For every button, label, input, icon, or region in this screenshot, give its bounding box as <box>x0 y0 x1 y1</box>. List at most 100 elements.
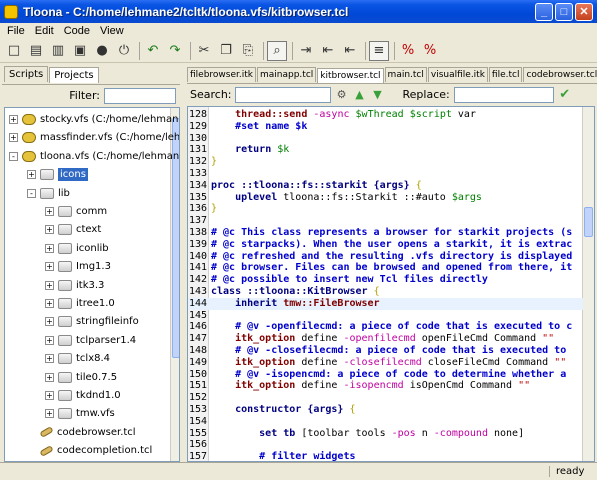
code-token: $args <box>451 191 482 203</box>
replace-input[interactable] <box>453 86 554 103</box>
search-prev-icon[interactable]: ▲ <box>353 88 367 102</box>
search-row: Search: ⚙ ▲ ▼ Replace: ✔ <box>187 83 597 105</box>
expand-icon[interactable]: + <box>45 354 54 364</box>
tree-item[interactable]: + itree1.0 <box>45 294 115 313</box>
line-number: 137 <box>189 215 208 227</box>
tree-item-label: ctext <box>76 224 102 236</box>
tree-item[interactable]: - tloona.vfs (C:/home/lehmane2/tclt <box>9 147 179 166</box>
unindent-icon[interactable]: ⇤ <box>318 41 338 61</box>
expand-icon[interactable]: + <box>45 372 54 382</box>
code-line: 133 <box>188 168 583 180</box>
line-number: 135 <box>189 191 208 203</box>
tree-item[interactable]: + itk3.3 <box>45 276 104 295</box>
tree-item[interactable]: - lib <box>27 184 70 203</box>
tree-item-label: tclx8.4 <box>76 353 111 365</box>
tree-item[interactable]: + comm <box>45 202 107 221</box>
comment-icon[interactable]: % <box>420 41 440 61</box>
code-token: n <box>415 427 434 439</box>
replace-confirm-icon[interactable]: ✔ <box>558 87 572 102</box>
code-line: 140 # @c refreshed and the resulting .vfs… <box>188 251 583 263</box>
maximize-button[interactable]: □ <box>555 2 573 21</box>
expand-icon[interactable]: + <box>45 262 54 272</box>
search-input[interactable] <box>234 86 331 103</box>
tree-item[interactable]: + tkdnd1.0 <box>45 386 121 405</box>
outdent-icon[interactable]: ⇤ <box>340 41 360 61</box>
file-tab[interactable]: codebrowser.tcl <box>523 67 597 82</box>
expand-icon[interactable]: + <box>27 170 36 180</box>
code-line: 151 itk_option define -isopencmd isOpenC… <box>188 380 583 392</box>
collapse-icon[interactable]: - <box>27 188 36 198</box>
file-tab[interactable]: mainapp.tcl <box>257 67 317 82</box>
search-next-icon[interactable]: ▼ <box>371 88 385 102</box>
tab-scripts[interactable]: Scripts <box>4 66 49 82</box>
collapse-icon[interactable]: - <box>9 151 18 161</box>
tree-item[interactable]: codecompletion.tcl <box>27 441 152 460</box>
menu-edit[interactable]: Edit <box>30 25 59 37</box>
line-number: 141 <box>189 262 208 274</box>
expand-icon[interactable]: + <box>9 133 18 143</box>
expand-icon[interactable]: + <box>45 225 54 235</box>
tree-item[interactable]: + Img1.3 <box>45 257 111 276</box>
find-icon[interactable]: ⚙ <box>335 88 349 102</box>
open-project-icon[interactable]: ▥ <box>48 41 68 61</box>
tree-item[interactable]: + stringfileinfo <box>45 312 139 331</box>
tree-item[interactable]: + massfinder.vfs (C:/home/lehmane2 <box>9 128 179 147</box>
file-tab[interactable]: visualfile.itk <box>427 67 488 82</box>
expand-icon[interactable]: + <box>45 391 54 400</box>
filter-input[interactable] <box>104 87 176 104</box>
file-tab[interactable]: kitbrowser.tcl <box>317 68 384 83</box>
menu-bar: File Edit Code View <box>0 23 597 39</box>
menu-file[interactable]: File <box>2 25 30 37</box>
line-number: 134 <box>189 179 208 191</box>
open-icon[interactable]: ▤ <box>26 41 46 61</box>
paste-icon[interactable]: ⎘ <box>238 41 258 61</box>
expand-icon[interactable]: + <box>45 317 54 327</box>
line-number: 128 <box>189 109 208 120</box>
file-tab[interactable]: main.tcl <box>384 67 427 82</box>
tree-item[interactable]: + tmw.vfs <box>45 404 115 423</box>
expand-icon[interactable]: + <box>45 335 54 345</box>
tree-item-label: codecompletion.tcl <box>57 445 153 457</box>
tab-projects[interactable]: Projects <box>49 67 99 83</box>
menu-code[interactable]: Code <box>59 25 95 37</box>
expand-icon[interactable]: + <box>45 243 54 253</box>
close-button[interactable]: ✕ <box>575 2 593 21</box>
new-file-icon[interactable]: □ <box>4 41 24 61</box>
copy-icon[interactable]: ❐ <box>216 41 236 61</box>
tree-item[interactable]: codebrowser.tcl <box>27 423 136 442</box>
file-tab[interactable]: filebrowser.itk <box>187 67 256 82</box>
cut-icon[interactable]: ✂ <box>194 41 214 61</box>
tree-item[interactable]: + tclparser1.4 <box>45 331 136 350</box>
code-token: itk_option <box>211 380 296 392</box>
undo-icon[interactable]: ↶ <box>143 41 163 61</box>
tree-item-label: tile0.7.5 <box>76 371 118 383</box>
tree-item[interactable]: + tile0.7.5 <box>45 368 117 387</box>
code-browser-icon[interactable]: ≡ <box>369 40 389 61</box>
tree-item[interactable]: + iconlib <box>45 239 109 258</box>
code-line: 130 <box>188 133 583 145</box>
tree-item[interactable]: + stocky.vfs (C:/home/lehmane2) <box>9 110 179 129</box>
close-icon[interactable]: ● <box>92 41 112 61</box>
tree-item[interactable]: + ctext <box>45 220 101 239</box>
editor-scrollbar-thumb[interactable] <box>584 207 593 237</box>
code-editor[interactable]: 128 thread::send -async $wThread $script… <box>187 106 595 462</box>
expand-icon[interactable]: + <box>45 409 54 419</box>
status-text: ready <box>549 466 589 477</box>
expand-icon[interactable]: + <box>45 207 54 216</box>
search-icon[interactable]: ⌕ <box>267 40 287 61</box>
tree-item[interactable]: + tclx8.4 <box>45 349 110 368</box>
power-icon[interactable]: ⏻ <box>114 41 134 61</box>
code-token: # @v -openfilecmd: a piece of code that … <box>211 321 573 333</box>
percent-icon[interactable]: % <box>398 41 418 61</box>
indent-icon[interactable]: ⇥ <box>296 41 316 61</box>
expand-icon[interactable]: + <box>45 280 54 290</box>
redo-icon[interactable]: ↷ <box>165 41 185 61</box>
menu-view[interactable]: View <box>95 25 129 37</box>
save-icon[interactable]: ▣ <box>70 41 90 61</box>
tree-item[interactable]: + icons <box>27 165 88 184</box>
minimize-button[interactable]: _ <box>535 2 553 21</box>
expand-icon[interactable]: + <box>45 299 54 308</box>
expand-icon[interactable]: + <box>9 115 18 124</box>
file-tab[interactable]: file.tcl <box>488 67 523 82</box>
editor-scrollbar[interactable] <box>582 107 594 461</box>
